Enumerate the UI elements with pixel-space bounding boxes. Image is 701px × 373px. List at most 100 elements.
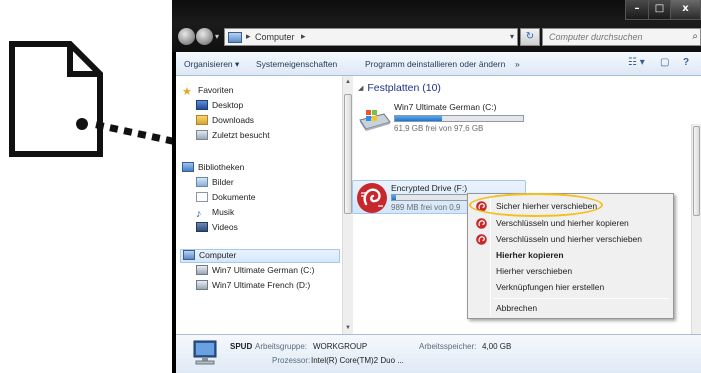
- workgroup-label: Arbeitsgruppe:: [255, 342, 308, 351]
- libraries-icon: [182, 162, 194, 172]
- nav-label: Computer: [199, 250, 237, 260]
- memory-value: 4,00 GB: [482, 342, 512, 351]
- menu-item-label: Hierher kopieren: [496, 250, 564, 260]
- change-view-icon[interactable]: ☷ ▾: [628, 57, 645, 68]
- drive-usage-fill: [395, 116, 443, 121]
- nav-label: Desktop: [212, 100, 244, 110]
- videos-icon: [196, 222, 208, 232]
- drive-usage-fill: [392, 195, 396, 200]
- nav-desktop[interactable]: Desktop: [196, 100, 243, 114]
- drive-free-space: 61,9 GB frei von 97,6 GB: [394, 124, 484, 133]
- memory-label: Arbeitsspeicher:: [419, 342, 477, 351]
- organize-button[interactable]: Organisieren ▾: [184, 59, 239, 70]
- search-input[interactable]: [543, 29, 683, 45]
- drive-usage-bar: [394, 115, 524, 122]
- preview-pane-icon[interactable]: ▢: [660, 57, 669, 68]
- nav-recent-places[interactable]: Zuletzt besucht: [196, 130, 270, 144]
- menu-item-label: Hierher verschieben: [496, 266, 573, 276]
- computer-icon: [228, 32, 242, 43]
- drive-c-tile[interactable]: Win7 Ultimate German (C:) 61,9 GB frei v…: [354, 102, 554, 136]
- nav-music[interactable]: ♪ Musik: [196, 207, 234, 221]
- drive-icon: [196, 280, 208, 290]
- drag-trail-dots: [76, 118, 175, 145]
- nav-favorites[interactable]: ★ Favoriten: [182, 85, 233, 99]
- highlight-ellipse: [469, 193, 603, 217]
- menu-item-label: Verknüpfungen hier erstellen: [496, 282, 605, 292]
- nav-label: Musik: [212, 207, 235, 217]
- breadcrumb-computer[interactable]: Computer: [255, 32, 295, 42]
- nav-documents[interactable]: Dokumente: [196, 192, 255, 206]
- nav-label: Bibliotheken: [198, 162, 245, 172]
- help-icon[interactable]: ?: [683, 57, 689, 68]
- address-dropdown-icon[interactable]: ▾: [510, 32, 514, 41]
- pictures-icon: [196, 177, 208, 187]
- drive-free-space: 989 MB frei von 0,9: [391, 203, 461, 212]
- window-controls: – □ x: [625, 0, 701, 20]
- drive-name: Encrypted Drive (F:): [391, 183, 468, 193]
- menu-separator: [494, 298, 669, 299]
- breadcrumb-arrow-icon[interactable]: ▸: [246, 31, 251, 42]
- nav-label: Dokumente: [212, 192, 256, 202]
- menu-item-create-shortcuts[interactable]: Verknüpfungen hier erstellen: [470, 280, 671, 295]
- drive-name: Win7 Ultimate German (C:): [394, 102, 497, 112]
- search-box: ⌕: [542, 28, 701, 46]
- desktop-icon: [196, 100, 208, 110]
- nav-label: Win7 Ultimate German (C:): [212, 265, 315, 275]
- refresh-button[interactable]: ↻: [520, 28, 540, 46]
- menu-item-label: Verschlüsseln und hierher kopieren: [496, 218, 629, 228]
- nav-drive-c[interactable]: Win7 Ultimate German (C:): [196, 265, 315, 279]
- menu-item-label: Abbrechen: [496, 303, 538, 313]
- back-button[interactable]: [178, 28, 195, 45]
- computer-icon: [193, 340, 217, 365]
- forward-button[interactable]: [196, 28, 213, 45]
- recent-places-icon: [196, 130, 208, 140]
- minimize-button[interactable]: –: [626, 0, 648, 19]
- processor-label: Prozessor:: [272, 356, 311, 365]
- scroll-thumb[interactable]: [693, 126, 700, 216]
- history-dropdown-icon[interactable]: ▾: [215, 32, 219, 41]
- more-commands-button[interactable]: »: [515, 59, 520, 69]
- downloads-folder-icon: [196, 115, 208, 125]
- scroll-down-icon[interactable]: ▼: [345, 325, 351, 331]
- search-icon[interactable]: ⌕: [692, 31, 698, 42]
- uninstall-program-button[interactable]: Programm deinstallieren oder ändern: [365, 59, 505, 69]
- title-bar: – □ x: [172, 0, 701, 22]
- menu-item-move-here[interactable]: Hierher verschieben: [470, 264, 671, 279]
- nav-videos[interactable]: Videos: [196, 222, 238, 236]
- menu-item-encrypt-copy[interactable]: Verschlüsseln und hierher kopieren: [470, 216, 671, 231]
- documents-icon: [196, 192, 208, 202]
- windows-drive-icon: [359, 110, 391, 131]
- group-header-label: Festplatten (10): [367, 82, 441, 94]
- command-bar: Organisieren ▾ Systemeigenschaften Progr…: [176, 52, 701, 76]
- menu-item-encrypt-move[interactable]: Verschlüsseln und hierher verschieben: [470, 232, 671, 247]
- close-button[interactable]: x: [670, 0, 700, 19]
- nav-computer[interactable]: Computer: [180, 249, 340, 263]
- address-bar[interactable]: ▸ Computer ▸ ▾: [224, 28, 518, 46]
- nav-drive-d[interactable]: Win7 Ultimate French (D:): [196, 280, 310, 294]
- main-scrollbar[interactable]: [691, 124, 701, 334]
- music-icon: ♪: [196, 208, 202, 220]
- nav-label: Bilder: [212, 177, 234, 187]
- maximize-button[interactable]: □: [648, 0, 670, 19]
- computer-icon: [183, 250, 195, 260]
- nav-downloads[interactable]: Downloads: [196, 115, 254, 129]
- system-properties-button[interactable]: Systemeigenschaften: [256, 59, 337, 69]
- address-row: ▾ ▸ Computer ▸ ▾ ↻ ⌕: [172, 22, 701, 52]
- nav-label: Videos: [212, 222, 238, 232]
- scroll-thumb[interactable]: [344, 94, 352, 214]
- workgroup-value: WORKGROUP: [313, 342, 368, 351]
- scroll-up-icon[interactable]: ▲: [345, 79, 351, 85]
- nav-libraries[interactable]: Bibliotheken: [182, 162, 244, 176]
- menu-item-copy-here[interactable]: Hierher kopieren: [470, 248, 671, 263]
- nav-pictures[interactable]: Bilder: [196, 177, 234, 191]
- encrypt-icon: [476, 234, 487, 245]
- processor-value: Intel(R) Core(TM)2 Duo ...: [311, 356, 404, 365]
- nav-label: Win7 Ultimate French (D:): [212, 280, 311, 290]
- collapse-triangle-icon[interactable]: ◢: [358, 85, 363, 92]
- drive-icon: [196, 265, 208, 275]
- group-header[interactable]: ◢ Festplatten (10): [358, 82, 441, 94]
- nav-label: Downloads: [212, 115, 255, 125]
- breadcrumb-arrow-icon[interactable]: ▸: [301, 31, 306, 42]
- menu-item-cancel[interactable]: Abbrechen: [470, 301, 671, 316]
- encrypted-drive-icon: [357, 183, 387, 213]
